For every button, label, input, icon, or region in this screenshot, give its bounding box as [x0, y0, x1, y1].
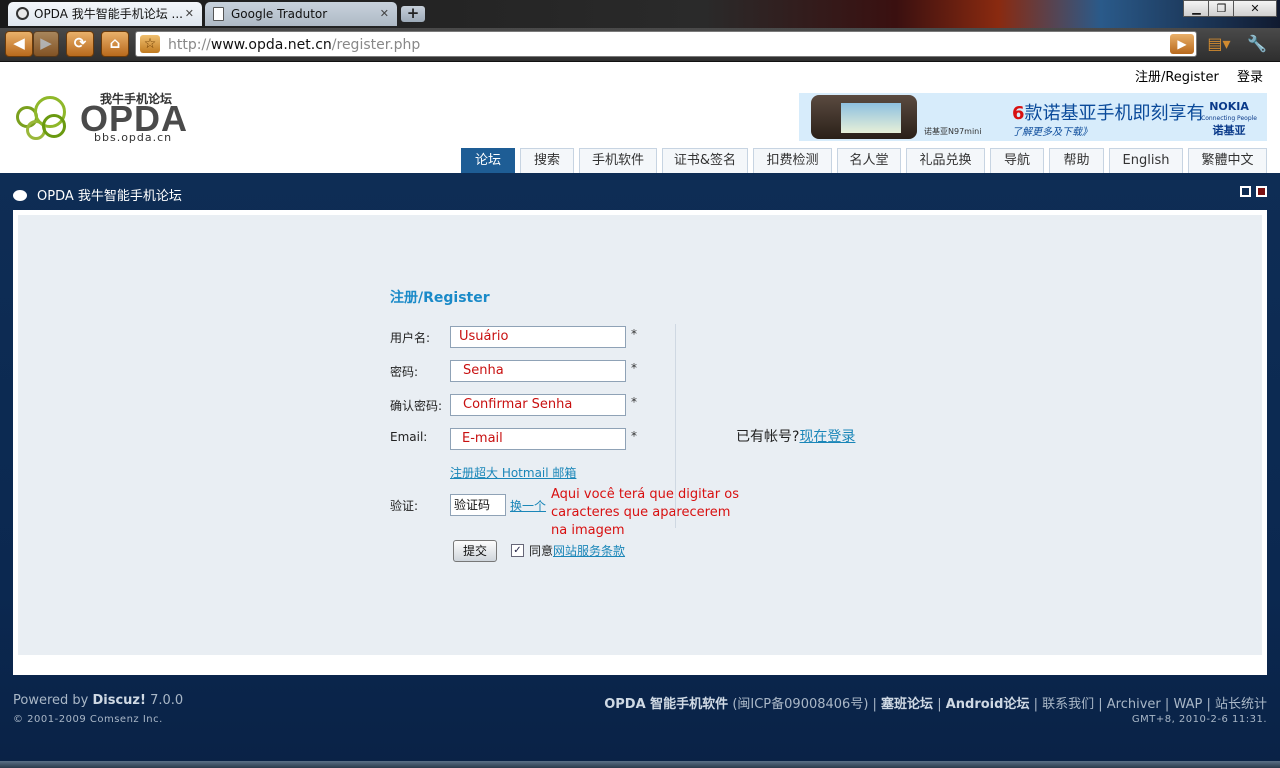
login-link[interactable]: 登录 [1237, 70, 1263, 85]
username-input[interactable]: Usuário [450, 326, 626, 348]
form-divider [675, 324, 676, 528]
copyright: © 2001-2009 Comsenz Inc. [13, 714, 163, 725]
captcha-label: 验证: [390, 499, 419, 513]
opda-favicon-icon [16, 7, 29, 20]
browser-toolbar: ◀ ▶ ⟳ ⌂ ☆ http://www.opda.net.cn/registe… [0, 28, 1280, 62]
minimize-button[interactable]: ▁ [1183, 0, 1210, 17]
banner-slogan: 6款诺基亚手机即刻享有 [1012, 103, 1205, 124]
tab-forum[interactable]: 论坛 [461, 148, 515, 173]
nokia-logo: NOKIA Connecting People 诺基亚 [1201, 100, 1257, 137]
tab-opda[interactable]: OPDA 我牛智能手机论坛 ... ✕ [8, 2, 202, 26]
tab-hall-of-fame[interactable]: 名人堂 [837, 148, 901, 173]
agree-checkbox[interactable]: ✓ [511, 544, 524, 557]
email-input[interactable]: E-mail [450, 428, 626, 450]
banner-more-link: 了解更多及下载》 [1012, 127, 1092, 138]
page-favicon-icon [213, 7, 224, 21]
skin-blue-button[interactable] [1240, 186, 1251, 197]
required-mark: * [631, 395, 637, 409]
site-name-link[interactable]: OPDA 智能手机软件 [604, 697, 728, 712]
server-time: GMT+8, 2010-2-6 11:31. [1131, 714, 1267, 725]
breadcrumb-forum[interactable]: OPDA 我牛智能手机论坛 [37, 189, 182, 204]
tab-traditional-chinese[interactable]: 繁體中文 [1188, 148, 1267, 173]
powered-by: Powered by Discuz! 7.0.0 [13, 693, 184, 708]
speech-bubble-icon [13, 190, 27, 201]
wap-link[interactable]: WAP [1173, 697, 1202, 712]
browser-titlebar: OPDA 我牛智能手机论坛 ... ✕ Google Tradutor ✕ + … [0, 0, 1280, 28]
submit-button[interactable]: 提交 [453, 540, 497, 562]
tab-navigation[interactable]: 导航 [990, 148, 1044, 173]
wrench-menu-icon[interactable]: 🔧 [1242, 34, 1272, 54]
new-tab-button[interactable]: + [401, 6, 425, 22]
os-taskbar [0, 761, 1280, 768]
password-input[interactable]: Senha [450, 360, 626, 382]
tab-search[interactable]: 搜索 [520, 148, 574, 173]
tab-gift-exchange[interactable]: 礼品兑换 [906, 148, 985, 173]
register-link[interactable]: 注册/Register [1135, 70, 1219, 85]
username-label: 用户名: [390, 331, 431, 345]
top-links: 注册/Register 登录 [1121, 66, 1263, 85]
agree-text: 同意网站服务条款 [529, 544, 626, 558]
tab-title: Google Tradutor [231, 7, 328, 21]
stats-link[interactable]: 站长统计 [1215, 697, 1267, 712]
skin-red-button[interactable] [1256, 186, 1267, 197]
footer-links: OPDA 智能手机软件 (闽ICP备09008406号) | 塞班论坛 | An… [604, 697, 1267, 712]
password-label: 密码: [390, 365, 419, 379]
tab-certificate-signing[interactable]: 证书&签名 [662, 148, 748, 173]
android-forum-link[interactable]: Android论坛 [946, 697, 1030, 712]
terms-link[interactable]: 网站服务条款 [553, 544, 625, 558]
symbian-forum-link[interactable]: 塞班论坛 [881, 697, 933, 712]
close-tab-icon[interactable]: ✕ [185, 2, 194, 26]
tab-help[interactable]: 帮助 [1049, 148, 1104, 173]
tab-title: OPDA 我牛智能手机论坛 ... [34, 7, 183, 21]
register-title: 注册/Register [390, 290, 490, 306]
required-mark: * [631, 361, 637, 375]
opda-logo[interactable]: 我牛手机论坛 OPDA bbs.opda.cn [16, 88, 206, 148]
required-mark: * [631, 327, 637, 341]
archiver-link[interactable]: Archiver [1107, 697, 1161, 712]
login-now-link[interactable]: 现在登录 [799, 429, 855, 445]
forward-button[interactable]: ▶ [33, 31, 59, 57]
breadcrumb: OPDA 我牛智能手机论坛 [13, 185, 182, 204]
tab-english[interactable]: English [1109, 148, 1183, 173]
banner-model: 诺基亚N97mini [924, 127, 982, 136]
email-label: Email: [390, 430, 428, 444]
tab-google-tradutor[interactable]: Google Tradutor ✕ [205, 2, 397, 26]
close-window-button[interactable]: ✕ [1233, 0, 1277, 17]
home-button[interactable]: ⌂ [101, 31, 129, 57]
tab-phone-software[interactable]: 手机软件 [579, 148, 657, 173]
nokia-ad-banner[interactable]: 诺基亚N97mini 6款诺基亚手机即刻享有 了解更多及下载》 NOKIA Co… [799, 93, 1267, 141]
captcha-note: Aqui você terá que digitar os caracteres… [551, 487, 739, 538]
hotmail-signup-link[interactable]: 注册超大 Hotmail 邮箱 [450, 464, 576, 481]
confirm-password-label: 确认密码: [390, 399, 443, 413]
required-mark: * [631, 429, 637, 443]
icp-text[interactable]: (闽ICP备09008406号) [732, 697, 868, 712]
bookmark-star-icon[interactable]: ☆ [140, 35, 160, 53]
confirm-password-input[interactable]: Confirmar Senha [450, 394, 626, 416]
maximize-button[interactable]: ❐ [1208, 0, 1235, 17]
tab-charge-check[interactable]: 扣费检测 [753, 148, 832, 173]
page-menu-icon[interactable]: ▤▾ [1204, 34, 1234, 54]
captcha-input[interactable]: 验证码 [450, 494, 506, 516]
change-captcha-link[interactable]: 换一个 [510, 497, 546, 514]
discuz-link[interactable]: Discuz! [92, 693, 145, 708]
address-bar[interactable]: ☆ http://www.opda.net.cn/register.php ▶ [135, 31, 1197, 57]
register-panel-inner [18, 215, 1262, 655]
logo-domain: bbs.opda.cn [94, 131, 173, 144]
contact-link[interactable]: 联系我们 [1042, 697, 1094, 712]
register-panel [13, 210, 1267, 675]
go-button[interactable]: ▶ [1170, 34, 1194, 54]
url-text: http://www.opda.net.cn/register.php [168, 37, 421, 53]
reload-button[interactable]: ⟳ [66, 31, 94, 57]
close-tab-icon[interactable]: ✕ [380, 2, 389, 26]
phone-image [811, 95, 917, 139]
have-account-text: 已有帐号?现在登录 [736, 429, 856, 445]
back-button[interactable]: ◀ [5, 31, 33, 57]
